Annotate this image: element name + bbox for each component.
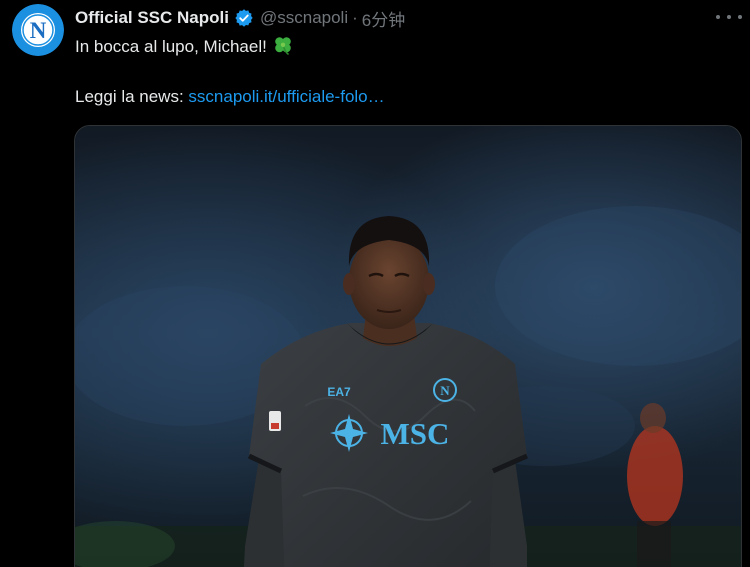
napoli-logo-icon: N xyxy=(12,4,64,56)
tweet-text: In bocca al lupo, Michael! xyxy=(75,35,293,57)
verified-badge-icon xyxy=(234,8,254,28)
more-options-icon[interactable] xyxy=(716,8,742,26)
more-dot xyxy=(716,15,720,19)
tweet-media-photo[interactable]: EA7 N MSC xyxy=(74,125,742,567)
more-dot xyxy=(738,15,742,19)
author-name[interactable]: Official SSC Napoli xyxy=(75,8,229,28)
tweet-text-line1: In bocca al lupo, Michael! xyxy=(75,37,267,56)
jersey-badge-letter: N xyxy=(440,383,450,398)
separator-dot: · xyxy=(352,8,358,27)
tweet: N Official SSC Napoli @sscnapoli · 6分钟 I… xyxy=(0,0,750,567)
player-photo: EA7 N MSC xyxy=(75,126,741,567)
four-leaf-clover-icon xyxy=(273,35,293,55)
jersey-sponsor-text: MSC xyxy=(381,416,450,451)
news-link[interactable]: sscnapoli.it/ufficiale-folo… xyxy=(188,87,384,106)
tweet-timestamp[interactable]: 6分钟 xyxy=(362,6,405,31)
jersey-brand-text: EA7 xyxy=(327,385,351,399)
author-handle[interactable]: @sscnapoli xyxy=(260,8,348,28)
news-prefix: Leggi la news: xyxy=(75,87,189,106)
avatar-letter: N xyxy=(30,18,47,43)
more-dot xyxy=(727,15,731,19)
avatar[interactable]: N xyxy=(12,4,64,56)
tweet-news-line: Leggi la news: sscnapoli.it/ufficiale-fo… xyxy=(75,87,385,107)
tweet-header: Official SSC Napoli @sscnapoli · 6分钟 xyxy=(75,5,405,31)
